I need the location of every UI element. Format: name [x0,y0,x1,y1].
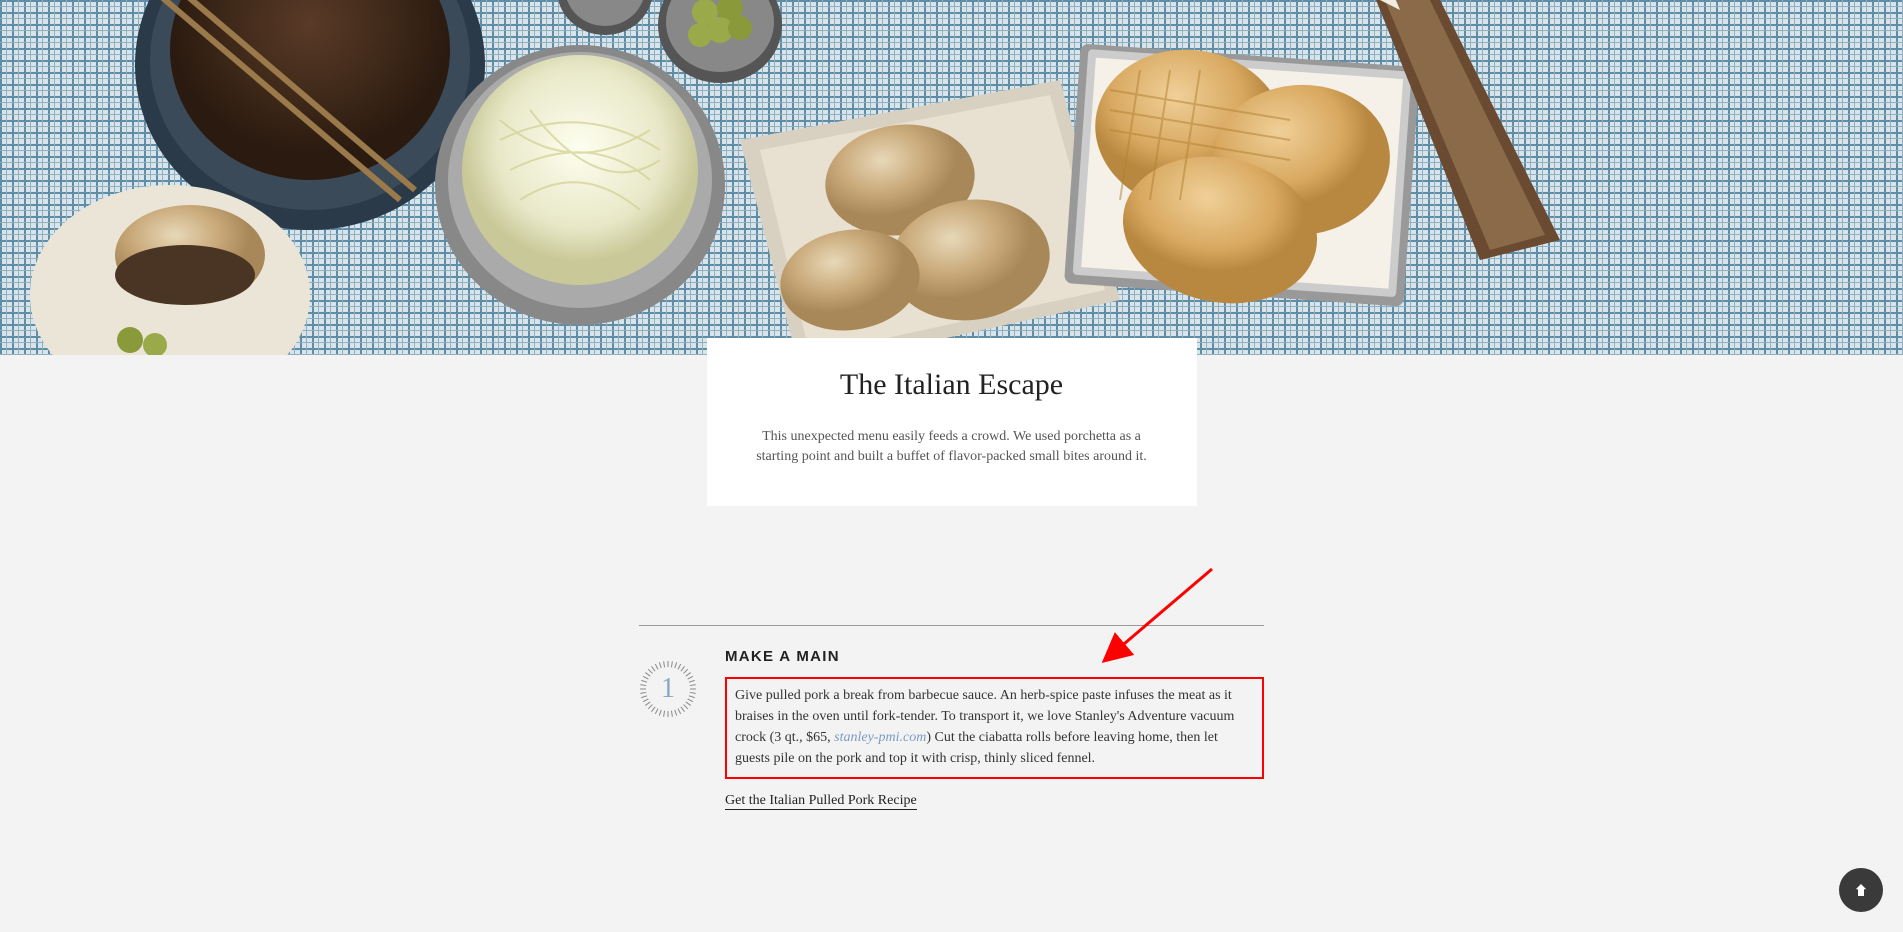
divider [639,625,1264,626]
step-number-text: 1 [661,673,675,705]
recipe-link[interactable]: Get the Italian Pulled Pork Recipe [725,793,917,810]
hero-title: The Italian Escape [747,368,1157,402]
hero-overlay-card: The Italian Escape This unexpected menu … [707,338,1197,506]
step-content: MAKE A MAIN Give pulled pork a break fro… [725,648,1264,810]
step-1: 1 MAKE A MAIN Give pulled pork a break f… [639,648,1264,810]
step-number-badge: 1 [639,660,697,718]
arrow-up-icon [1852,881,1870,899]
hero-image [0,0,1903,355]
step-body-annotated: Give pulled pork a break from barbecue s… [725,677,1264,779]
hero-description: This unexpected menu easily feeds a crow… [747,427,1157,466]
step-heading: MAKE A MAIN [725,648,1264,665]
back-to-top-button[interactable] [1839,868,1883,912]
stanley-link[interactable]: stanley-pmi.com [834,730,926,745]
